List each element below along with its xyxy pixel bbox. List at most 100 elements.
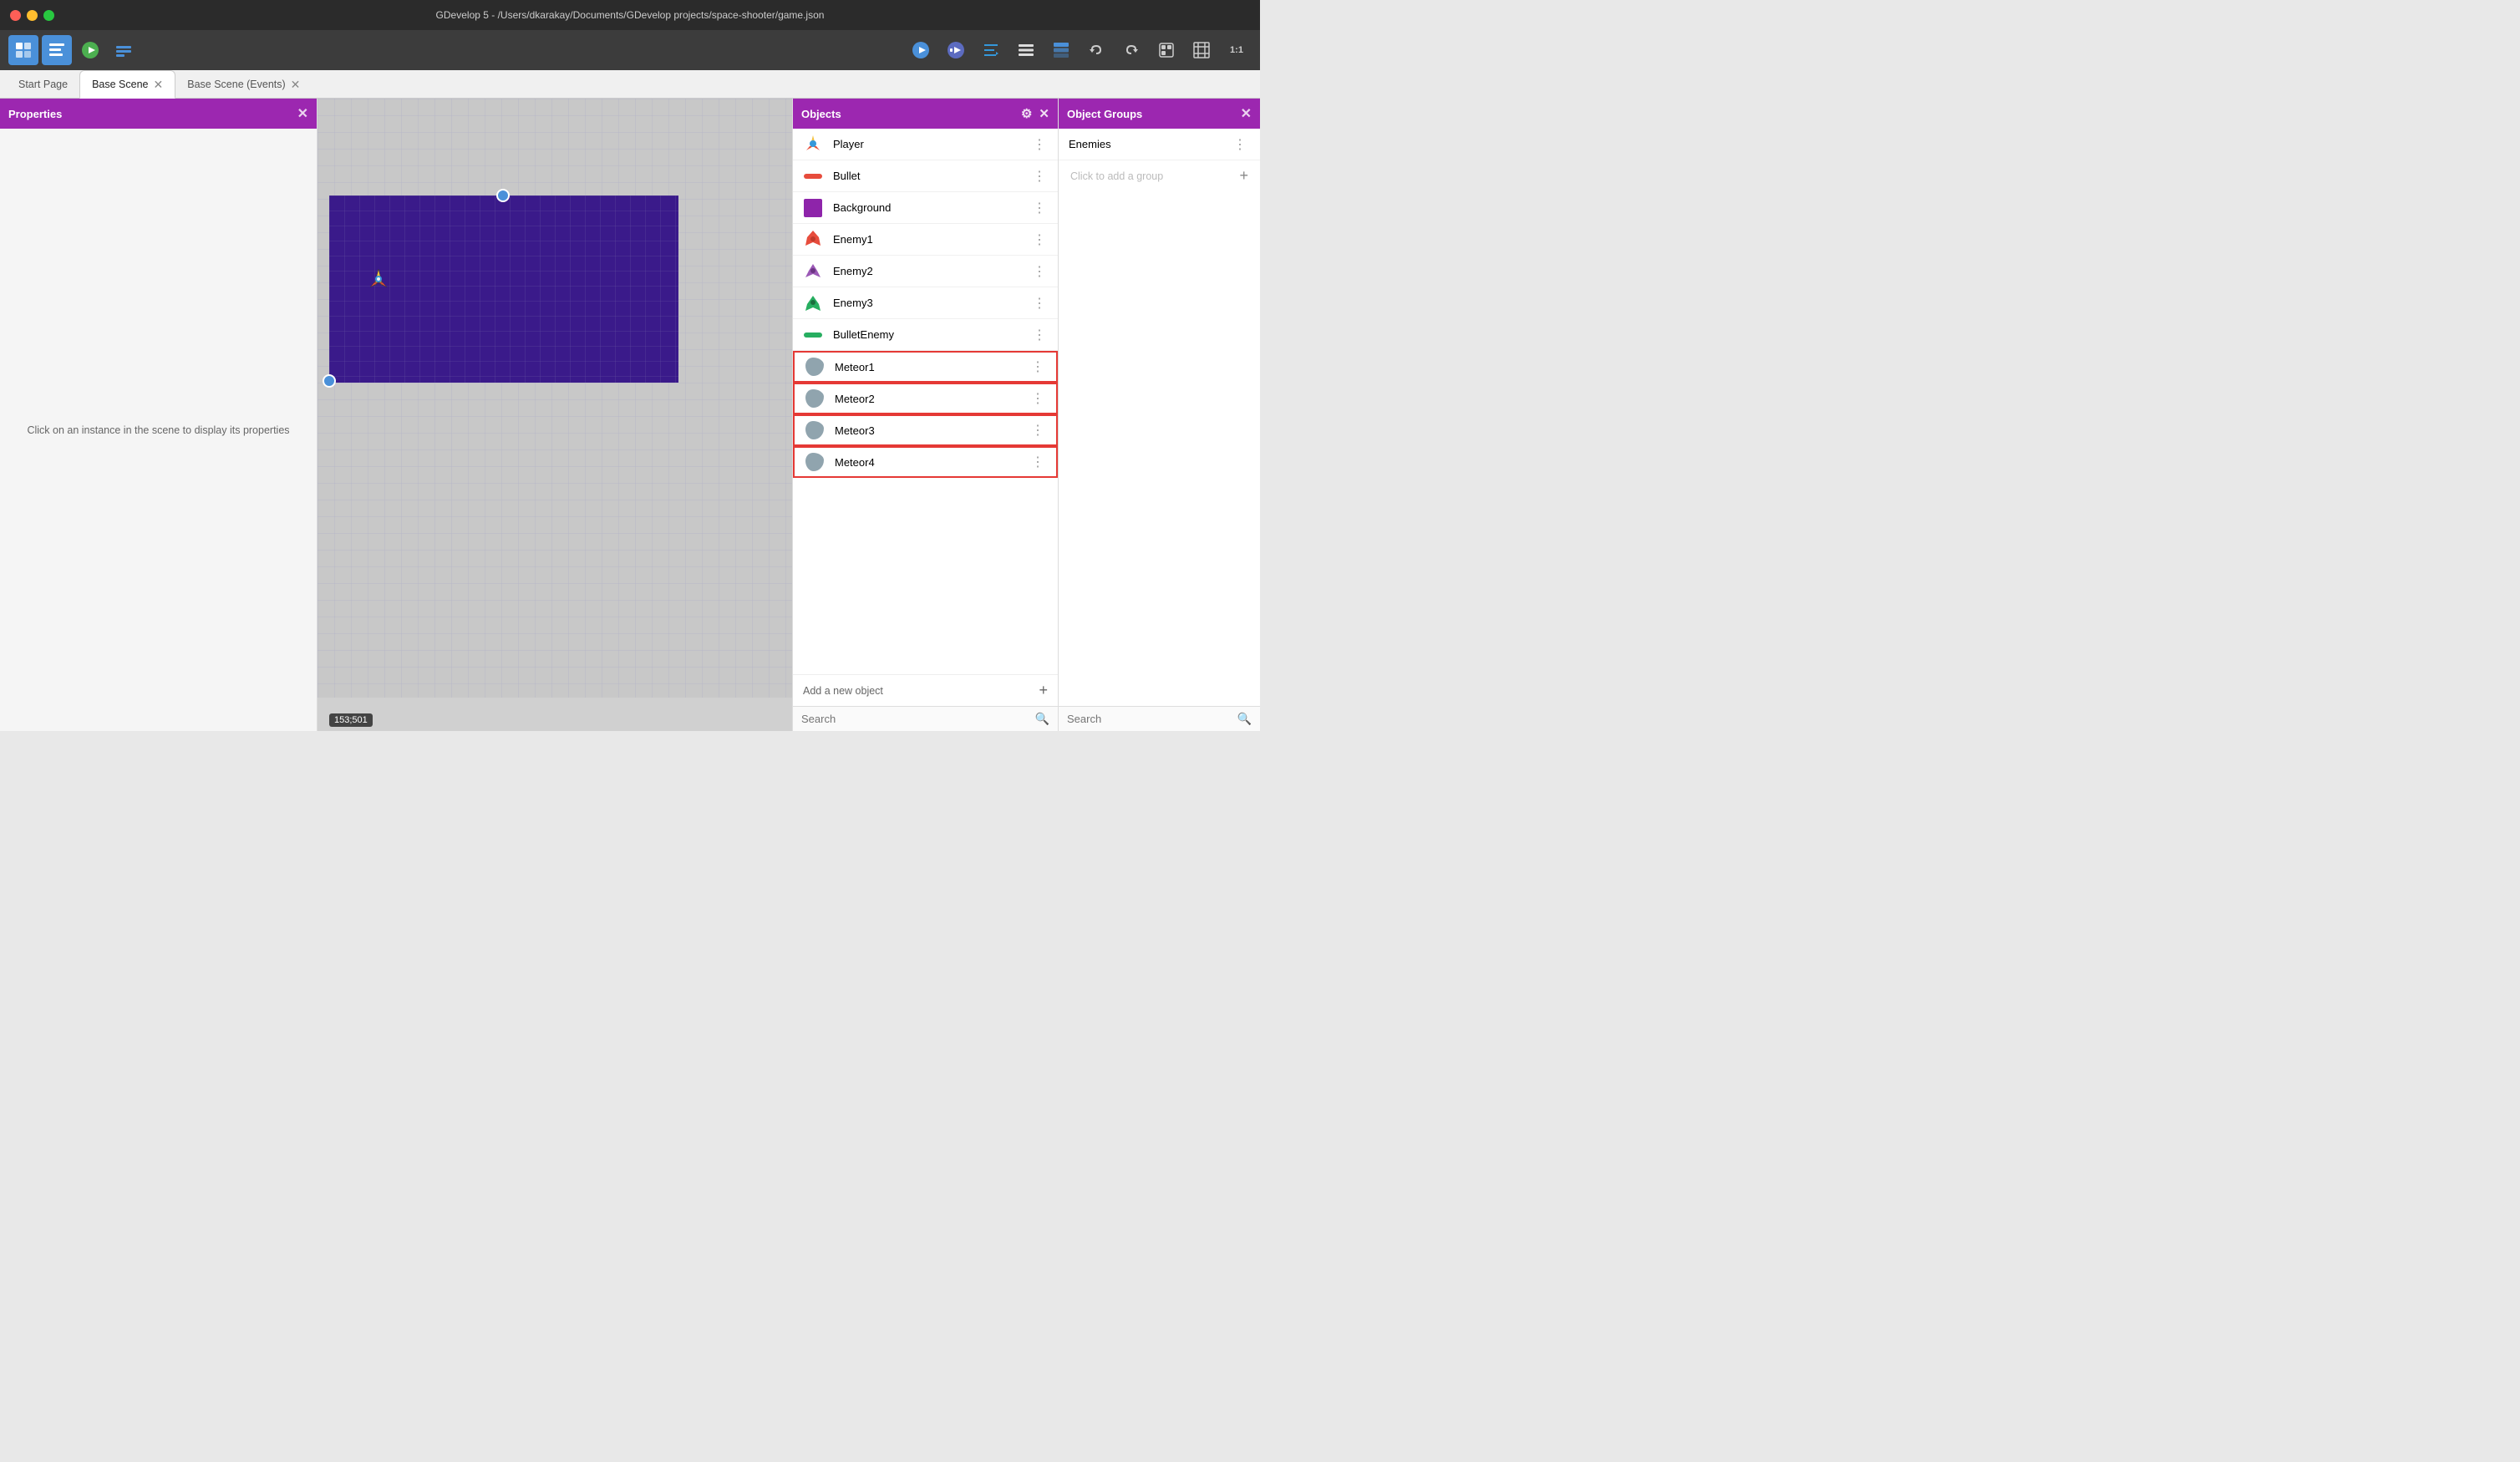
object-name: Meteor4 [835, 456, 1028, 469]
properties-title: Properties [8, 108, 62, 120]
play-button[interactable] [75, 35, 105, 65]
enemy3-icon [801, 292, 825, 315]
group-item-enemies[interactable]: Enemies ⋮ [1059, 129, 1260, 160]
object-item-meteor3[interactable]: Meteor3 ⋮ [793, 414, 1058, 446]
objects-search-icon: 🔍 [1035, 712, 1049, 726]
object-name: Meteor1 [835, 361, 1028, 373]
object-context-menu[interactable]: ⋮ [1028, 452, 1048, 472]
export-button[interactable] [1151, 35, 1181, 65]
add-object-label: Add a new object [803, 685, 883, 697]
enemy2-icon [801, 260, 825, 283]
resize-handle-left[interactable] [323, 374, 336, 388]
toolbar-left [8, 35, 901, 65]
object-context-menu[interactable]: ⋮ [1029, 230, 1049, 250]
resize-handle-top[interactable] [496, 189, 510, 202]
close-base-scene-tab[interactable]: ✕ [154, 79, 164, 90]
object-name: Enemy3 [833, 297, 1029, 309]
object-item-meteor4[interactable]: Meteor4 ⋮ [793, 446, 1058, 478]
object-name: BulletEnemy [833, 328, 1029, 341]
object-context-menu[interactable]: ⋮ [1029, 261, 1049, 282]
scene-area[interactable]: 153;501 [318, 99, 792, 731]
object-item[interactable]: Background ⋮ [793, 192, 1058, 224]
object-item[interactable]: Enemy2 ⋮ [793, 256, 1058, 287]
groups-title: Object Groups [1067, 108, 1142, 120]
meteor4-icon [803, 450, 826, 474]
close-button[interactable] [10, 10, 21, 21]
object-item[interactable]: Player ⋮ [793, 129, 1058, 160]
group-context-menu[interactable]: ⋮ [1230, 135, 1250, 155]
add-object-icon[interactable]: + [1039, 682, 1048, 699]
properties-hint: Click on an instance in the scene to dis… [0, 129, 317, 731]
preview-debug-button[interactable] [941, 35, 971, 65]
object-context-menu[interactable]: ⋮ [1028, 420, 1048, 440]
tab-base-scene[interactable]: Base Scene ✕ [79, 70, 175, 99]
objects-panel: Objects ⚙ ✕ Player ⋮ [792, 99, 1058, 731]
scene-editor-button[interactable] [8, 35, 38, 65]
preview-button[interactable] [906, 35, 936, 65]
object-item[interactable]: BulletEnemy ⋮ [793, 319, 1058, 351]
object-context-menu[interactable]: ⋮ [1029, 135, 1049, 155]
list-view-button[interactable] [1011, 35, 1041, 65]
close-events-tab[interactable]: ✕ [291, 79, 301, 90]
objects-header: Objects ⚙ ✕ [793, 99, 1058, 129]
object-context-menu[interactable]: ⋮ [1029, 293, 1049, 313]
background-icon [801, 196, 825, 220]
tab-start-page[interactable]: Start Page [7, 70, 79, 99]
objects-title: Objects [801, 108, 841, 120]
object-item[interactable]: Enemy1 ⋮ [793, 224, 1058, 256]
object-name: Meteor3 [835, 424, 1028, 437]
grid-toggle-button[interactable] [1186, 35, 1217, 65]
groups-header: Object Groups ✕ [1059, 99, 1260, 129]
add-group-icon[interactable]: + [1239, 167, 1248, 185]
object-name: Meteor2 [835, 393, 1028, 405]
meteor2-icon [803, 387, 826, 410]
scene-grid [318, 99, 792, 698]
toolbar: 1:1 [0, 30, 1260, 70]
groups-close-button[interactable]: ✕ [1241, 105, 1252, 122]
zoom-level-button[interactable]: 1:1 [1222, 35, 1252, 65]
objects-search-input[interactable] [801, 713, 1030, 725]
build-button[interactable] [109, 35, 139, 65]
scene-canvas[interactable] [329, 195, 678, 383]
layers-button[interactable] [1046, 35, 1076, 65]
groups-search-input[interactable] [1067, 713, 1232, 725]
bullet-icon [801, 165, 825, 188]
object-item-meteor1[interactable]: Meteor1 ⋮ [793, 351, 1058, 383]
object-context-menu[interactable]: ⋮ [1029, 325, 1049, 345]
events-editor-button[interactable] [42, 35, 72, 65]
object-context-menu[interactable]: ⋮ [1028, 357, 1048, 377]
objects-close-icon[interactable]: ✕ [1039, 106, 1049, 121]
undo-button[interactable] [1081, 35, 1111, 65]
toolbar-right: 1:1 [906, 35, 1252, 65]
object-name: Player [833, 138, 1029, 150]
object-context-menu[interactable]: ⋮ [1028, 388, 1048, 409]
objects-list: Player ⋮ Bullet ⋮ Background ⋮ [793, 129, 1058, 674]
object-item[interactable]: Bullet ⋮ [793, 160, 1058, 192]
add-group-label: Click to add a group [1070, 170, 1163, 182]
object-context-menu[interactable]: ⋮ [1029, 198, 1049, 218]
main-layout: Properties ✕ Click on an instance in the… [0, 99, 1260, 731]
properties-close-button[interactable]: ✕ [297, 105, 308, 122]
redo-button[interactable] [1116, 35, 1146, 65]
groups-search-icon: 🔍 [1237, 712, 1252, 726]
groups-list: Enemies ⋮ Click to add a group + [1059, 129, 1260, 706]
add-object-row[interactable]: Add a new object + [793, 674, 1058, 706]
object-name: Background [833, 201, 1029, 214]
group-name: Enemies [1069, 138, 1111, 150]
object-item-meteor2[interactable]: Meteor2 ⋮ [793, 383, 1058, 414]
tab-base-scene-events[interactable]: Base Scene (Events) ✕ [175, 70, 312, 99]
bullet-enemy-icon [801, 323, 825, 347]
spaceship-sprite [366, 267, 391, 292]
groups-panel: Object Groups ✕ Enemies ⋮ Click to add a… [1058, 99, 1260, 731]
player-icon [801, 133, 825, 156]
objects-filter-icon[interactable]: ⚙ [1021, 106, 1032, 121]
minimize-button[interactable] [27, 10, 38, 21]
object-name: Bullet [833, 170, 1029, 182]
edit-code-button[interactable] [976, 35, 1006, 65]
object-context-menu[interactable]: ⋮ [1029, 166, 1049, 186]
enemy1-icon [801, 228, 825, 251]
scene-coordinates: 153;501 [329, 713, 373, 727]
object-item[interactable]: Enemy3 ⋮ [793, 287, 1058, 319]
maximize-button[interactable] [43, 10, 54, 21]
add-group-row[interactable]: Click to add a group + [1059, 160, 1260, 191]
